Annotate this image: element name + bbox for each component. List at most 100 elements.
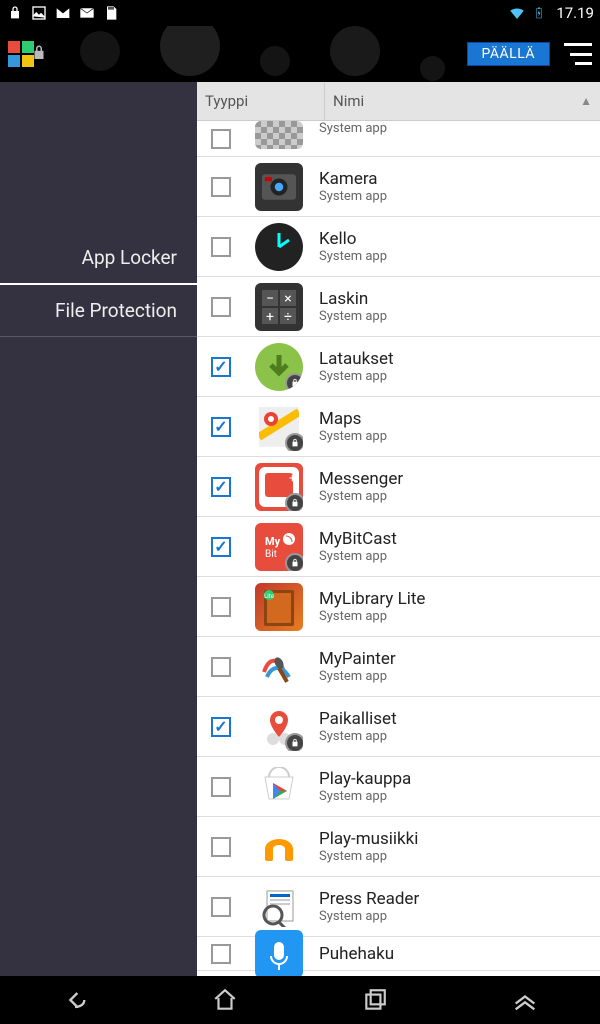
- app-row[interactable]: PaikallisetSystem app: [197, 697, 600, 757]
- toggle-on-button[interactable]: PÄÄLLÄ: [467, 42, 551, 66]
- checkbox[interactable]: [211, 357, 231, 377]
- app-subtitle: System app: [319, 489, 403, 504]
- app-icon: [255, 403, 303, 451]
- checkbox[interactable]: [211, 129, 231, 149]
- app-row[interactable]: KelloSystem app: [197, 217, 600, 277]
- checkbox[interactable]: [211, 597, 231, 617]
- app-name-label: Kamera: [319, 169, 387, 189]
- app-row[interactable]: System app: [197, 121, 600, 157]
- checkbox[interactable]: [211, 177, 231, 197]
- app-name-label: MyBitCast: [319, 529, 397, 549]
- app-subtitle: System app: [319, 789, 411, 804]
- sort-asc-icon: ▲: [580, 94, 592, 108]
- checkbox[interactable]: [211, 777, 231, 797]
- app-subtitle: System app: [319, 609, 425, 624]
- svg-text:÷: ÷: [284, 309, 292, 325]
- app-icon: [255, 703, 303, 751]
- app-list[interactable]: System appKameraSystem appKelloSystem ap…: [197, 121, 600, 976]
- status-bar: 17.19: [0, 0, 600, 26]
- checkbox[interactable]: [211, 237, 231, 257]
- battery-charging-icon: [530, 4, 548, 22]
- up-button[interactable]: [505, 980, 545, 1020]
- app-row[interactable]: MyBit MyBitCastSystem app: [197, 517, 600, 577]
- app-row[interactable]: Press ReaderSystem app: [197, 877, 600, 937]
- app-name-label: MyPainter: [319, 649, 396, 669]
- checkbox[interactable]: [211, 657, 231, 677]
- app-row[interactable]: + MessengerSystem app: [197, 457, 600, 517]
- sidebar-item-file-protection[interactable]: File Protection: [0, 285, 197, 337]
- back-button[interactable]: [55, 980, 95, 1020]
- navigation-bar: [0, 976, 600, 1024]
- app-icon: [255, 883, 303, 931]
- app-row[interactable]: LiteMyLibrary LiteSystem app: [197, 577, 600, 637]
- svg-text:Bit: Bit: [265, 549, 277, 560]
- app-name-label: Kello: [319, 229, 387, 249]
- app-row[interactable]: Play-musiikkiSystem app: [197, 817, 600, 877]
- app-subtitle: System app: [319, 309, 387, 324]
- app-row[interactable]: MyPainterSystem app: [197, 637, 600, 697]
- svg-text:+: +: [266, 309, 274, 325]
- sidebar: App LockerFile Protection: [0, 82, 197, 976]
- list-headers: Tyyppi Nimi ▲: [197, 82, 600, 121]
- header-name-label: Nimi: [333, 92, 364, 110]
- lock-icon: [6, 4, 24, 22]
- app-name-label: Paikalliset: [319, 709, 397, 729]
- svg-text:×: ×: [284, 291, 291, 307]
- app-icon: [255, 163, 303, 211]
- svg-text:Lite: Lite: [264, 593, 274, 600]
- checkbox[interactable]: [211, 717, 231, 737]
- app-subtitle: System app: [319, 549, 397, 564]
- home-button[interactable]: [205, 980, 245, 1020]
- sd-icon: [102, 4, 120, 22]
- checkbox[interactable]: [211, 944, 231, 964]
- app-name-label: Messenger: [319, 469, 403, 489]
- app-subtitle: System app: [319, 729, 397, 744]
- app-row[interactable]: LatauksetSystem app: [197, 337, 600, 397]
- menu-icon[interactable]: [564, 43, 592, 65]
- action-bar: PÄÄLLÄ: [0, 26, 600, 82]
- checkbox[interactable]: [211, 837, 231, 857]
- app-logo[interactable]: [8, 34, 48, 74]
- app-subtitle: System app: [319, 909, 419, 924]
- app-subtitle: System app: [319, 669, 396, 684]
- app-icon: Lite: [255, 583, 303, 631]
- app-icon: [255, 643, 303, 691]
- app-icon: MyBit: [255, 523, 303, 571]
- lock-badge-icon: [285, 433, 303, 451]
- svg-text:+: +: [289, 471, 296, 485]
- app-row[interactable]: −× + ÷ LaskinSystem app: [197, 277, 600, 337]
- checkbox[interactable]: [211, 537, 231, 557]
- app-icon: [255, 343, 303, 391]
- app-subtitle: System app: [319, 189, 387, 204]
- checkbox[interactable]: [211, 897, 231, 917]
- app-name-label: Play-kauppa: [319, 769, 411, 789]
- lock-badge-icon: [285, 373, 303, 391]
- header-type[interactable]: Tyyppi: [197, 82, 324, 120]
- recents-button[interactable]: [355, 980, 395, 1020]
- app-row[interactable]: Puhehaku: [197, 937, 600, 971]
- app-icon: +: [255, 463, 303, 511]
- app-name-label: Laskin: [319, 289, 387, 309]
- clock-time: 17.19: [556, 4, 594, 22]
- app-row[interactable]: KameraSystem app: [197, 157, 600, 217]
- checkbox[interactable]: [211, 297, 231, 317]
- app-icon: [255, 823, 303, 871]
- app-name-label: Lataukset: [319, 349, 394, 369]
- checkbox[interactable]: [211, 417, 231, 437]
- app-row[interactable]: Play-kauppaSystem app: [197, 757, 600, 817]
- app-name-label: Play-musiikki: [319, 829, 418, 849]
- app-row[interactable]: MapsSystem app: [197, 397, 600, 457]
- svg-text:−: −: [266, 291, 274, 307]
- sidebar-item-app-locker[interactable]: App Locker: [0, 232, 197, 285]
- app-name-label: Press Reader: [319, 889, 419, 909]
- lock-badge-icon: [285, 733, 303, 751]
- app-icon: [255, 223, 303, 271]
- checkbox[interactable]: [211, 477, 231, 497]
- app-subtitle: System app: [319, 849, 418, 864]
- app-name-label: Puhehaku: [319, 944, 394, 964]
- header-name[interactable]: Nimi ▲: [324, 82, 600, 120]
- app-icon: [255, 121, 303, 149]
- app-subtitle: System app: [319, 121, 387, 136]
- app-icon: [255, 763, 303, 811]
- svg-text:My: My: [265, 535, 281, 548]
